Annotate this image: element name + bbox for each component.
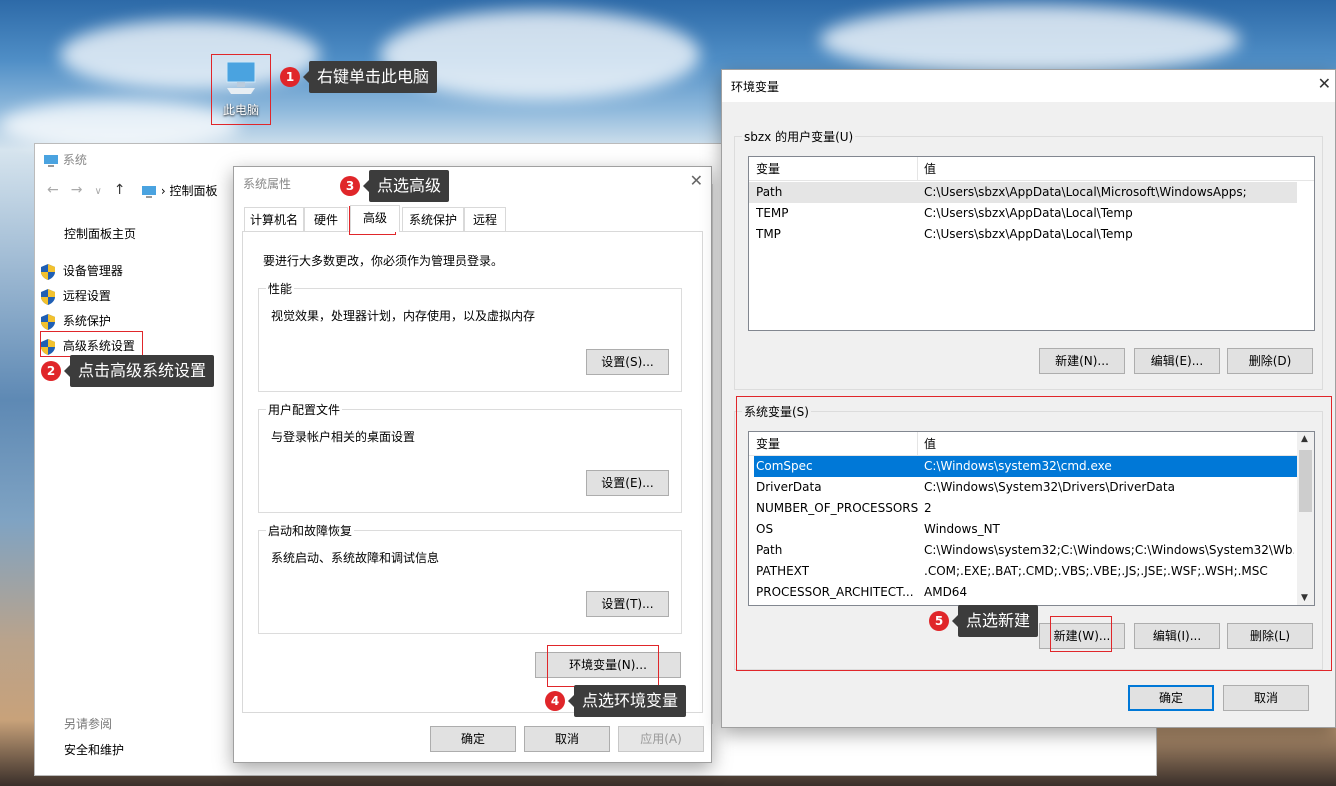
profile-settings-button[interactable]: 设置(E)... xyxy=(586,470,669,496)
side-item-label: 远程设置 xyxy=(62,289,111,303)
apply-button[interactable]: 应用(A) xyxy=(618,726,704,752)
user-new-button[interactable]: 新建(N)... xyxy=(1039,348,1125,374)
callout-1: 右键单击此电脑 xyxy=(302,61,438,93)
dialog-title: 系统属性 xyxy=(243,177,292,191)
startup-settings-button[interactable]: 设置(T)... xyxy=(586,591,669,617)
var-name: TEMP xyxy=(756,206,789,220)
close-icon[interactable]: ✕ xyxy=(690,171,703,190)
user-delete-button[interactable]: 删除(D) xyxy=(1227,348,1313,374)
callout-5: 点选新建 xyxy=(951,605,1039,637)
var-value: C:\Users\sbzx\AppData\Local\Temp xyxy=(924,227,1133,241)
env-ok-button[interactable]: 确定 xyxy=(1128,685,1214,711)
list-item[interactable]: TMP C:\Users\sbzx\AppData\Local\Temp xyxy=(749,224,1314,245)
tab-panel: 要进行大多数更改，你必须作为管理员登录。 性能 视觉效果，处理器计划，内存使用，… xyxy=(242,231,703,713)
up-arrow-icon[interactable]: ↑ xyxy=(114,182,138,198)
user-variables-list: 变量 值 Path C:\Users\sbzx\AppData\Local\Mi… xyxy=(748,156,1315,331)
shield-icon xyxy=(41,263,55,280)
shield-icon xyxy=(41,313,55,330)
startup-desc: 系统启动、系统故障和调试信息 xyxy=(271,551,440,565)
step-badge: 1 xyxy=(280,67,300,87)
user-edit-button[interactable]: 编辑(E)... xyxy=(1134,348,1220,374)
step-badge: 3 xyxy=(340,176,360,196)
callout-3: 点选高级 xyxy=(362,170,450,202)
profile-desc: 与登录帐户相关的桌面设置 xyxy=(271,430,416,444)
col-value-header[interactable]: 值 xyxy=(924,157,936,181)
startup-group: 启动和故障恢复 系统启动、系统故障和调试信息 设置(T)... xyxy=(258,522,682,634)
var-value: C:\Users\sbzx\AppData\Local\Microsoft\Wi… xyxy=(924,185,1247,199)
side-item-label: 设备管理器 xyxy=(62,264,123,278)
profile-group: 用户配置文件 与登录帐户相关的桌面设置 设置(E)... xyxy=(258,401,682,513)
step-badge: 2 xyxy=(41,361,61,381)
shield-icon xyxy=(41,288,55,305)
tab-remote[interactable]: 远程 xyxy=(464,207,506,231)
step-badge: 5 xyxy=(929,611,949,631)
user-variables-group: sbzx 的用户变量(U) 变量 值 Path C:\Users\sbzx\Ap… xyxy=(734,128,1323,390)
performance-legend: 性能 xyxy=(266,280,295,297)
ok-button[interactable]: 确定 xyxy=(430,726,516,752)
control-panel-home-link[interactable]: 控制面板主页 xyxy=(64,225,136,242)
monitor-icon xyxy=(44,154,58,167)
startup-legend: 启动和故障恢复 xyxy=(266,522,355,539)
performance-desc: 视觉效果，处理器计划，内存使用，以及虚拟内存 xyxy=(271,309,536,323)
var-name: TMP xyxy=(756,227,781,241)
list-header: 变量 值 xyxy=(749,157,1314,181)
breadcrumb-item[interactable]: 控制面板 xyxy=(169,184,217,198)
performance-settings-button[interactable]: 设置(S)... xyxy=(586,349,669,375)
callout-2: 点击高级系统设置 xyxy=(63,355,215,387)
back-arrow-icon[interactable]: ← xyxy=(47,182,71,198)
tab-computer-name[interactable]: 计算机名 xyxy=(244,207,304,231)
nav-buttons: ←→∨↑ xyxy=(47,182,138,198)
side-item-label: 系统保护 xyxy=(62,314,111,328)
performance-group: 性能 视觉效果，处理器计划，内存使用，以及虚拟内存 设置(S)... xyxy=(258,280,682,392)
list-item[interactable]: Path C:\Users\sbzx\AppData\Local\Microso… xyxy=(749,182,1297,203)
callout-4: 点选环境变量 xyxy=(567,685,687,717)
highlight-box xyxy=(1050,616,1112,652)
security-maintenance-link[interactable]: 安全和维护 xyxy=(64,741,124,758)
tab-advanced[interactable]: 高级 xyxy=(350,205,400,232)
var-name: Path xyxy=(756,185,783,199)
tab-hardware[interactable]: 硬件 xyxy=(304,207,348,231)
highlight-box xyxy=(40,331,143,357)
system-window-titlebar: 系统 xyxy=(43,152,87,168)
var-value: C:\Users\sbzx\AppData\Local\Temp xyxy=(924,206,1133,220)
highlight-box xyxy=(547,645,659,687)
step-badge: 4 xyxy=(545,691,565,711)
close-icon[interactable]: ✕ xyxy=(1318,74,1331,93)
user-variables-legend: sbzx 的用户变量(U) xyxy=(742,128,856,145)
list-item[interactable]: TEMP C:\Users\sbzx\AppData\Local\Temp xyxy=(749,203,1314,224)
tab-system-protection[interactable]: 系统保护 xyxy=(402,207,464,231)
admin-note: 要进行大多数更改，你必须作为管理员登录。 xyxy=(263,254,504,268)
forward-arrow-icon[interactable]: → xyxy=(71,182,95,198)
tab-strip: 计算机名 硬件 高级 系统保护 远程 xyxy=(242,205,705,232)
highlight-box xyxy=(211,54,271,125)
down-chevron-icon[interactable]: ∨ xyxy=(94,186,113,197)
side-item-device-manager[interactable]: 设备管理器 xyxy=(41,259,221,284)
see-also-label: 另请参阅 xyxy=(64,717,113,731)
col-variable-header[interactable]: 变量 xyxy=(756,157,780,181)
env-dialog-title: 环境变量 xyxy=(731,80,780,94)
cloud-decoration xyxy=(820,5,1240,75)
system-window-title: 系统 xyxy=(62,153,87,167)
env-cancel-button[interactable]: 取消 xyxy=(1223,685,1309,711)
side-item-remote-settings[interactable]: 远程设置 xyxy=(41,284,221,309)
profile-legend: 用户配置文件 xyxy=(266,401,343,418)
control-panel-icon xyxy=(142,185,156,198)
cancel-button[interactable]: 取消 xyxy=(524,726,610,752)
